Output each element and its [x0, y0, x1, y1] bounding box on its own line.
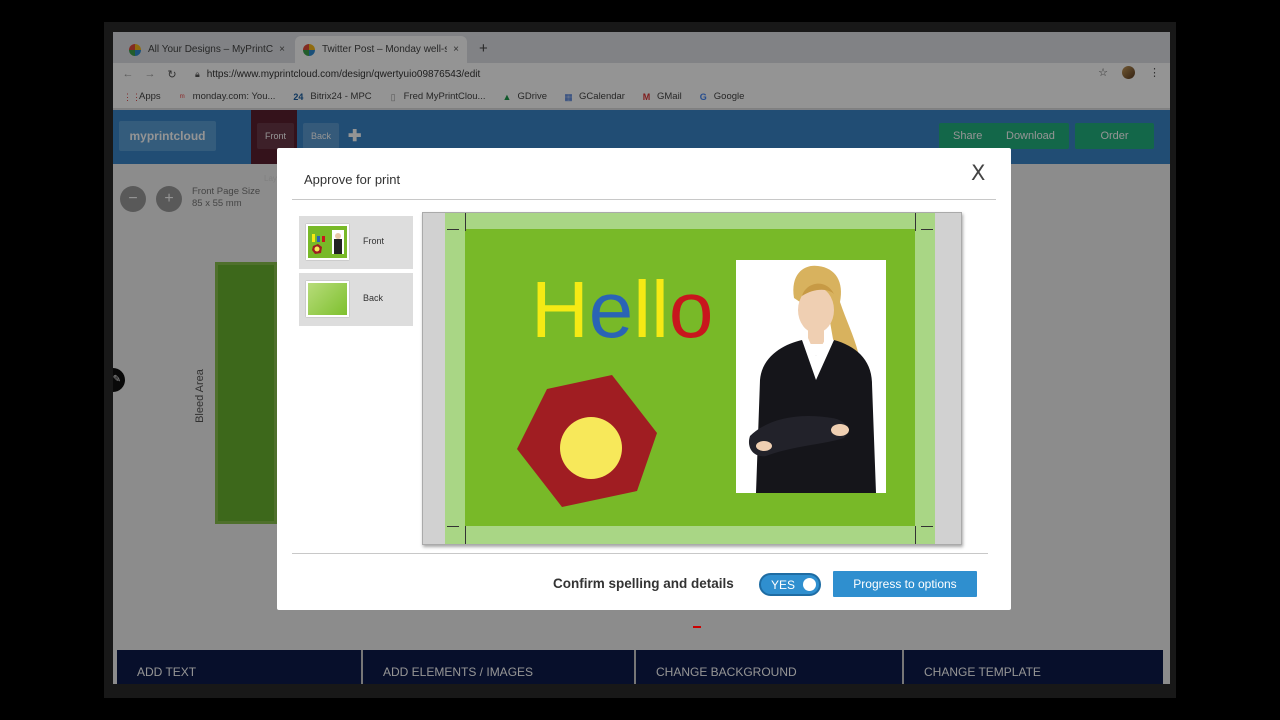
crop-mark: [921, 526, 933, 527]
crop-mark: [915, 526, 916, 544]
hexagon-graphic: [517, 375, 657, 507]
thumbnail-label: Back: [363, 293, 384, 303]
page-thumbnails: Front Back: [299, 216, 413, 330]
hello-letter: H: [531, 265, 589, 354]
crop-mark: [465, 526, 466, 544]
confirm-toggle[interactable]: YES: [759, 573, 821, 596]
cursor-marker: [693, 626, 701, 628]
divider: [292, 553, 988, 554]
progress-to-options-button[interactable]: Progress to options: [833, 571, 977, 597]
toggle-label: YES: [771, 578, 796, 592]
hello-letter: l: [633, 265, 652, 354]
businesswoman-photo: [736, 260, 886, 493]
hello-letter: l: [651, 265, 669, 354]
yellow-circle: [560, 417, 622, 479]
thumbnail-back[interactable]: Back: [299, 273, 413, 326]
hello-letter: e: [588, 265, 634, 354]
crop-mark: [447, 229, 459, 230]
hello-letter: o: [668, 265, 714, 354]
confirm-spelling-label: Confirm spelling and details: [553, 576, 734, 591]
crop-mark: [921, 229, 933, 230]
approve-for-print-dialog: Approve for print X Front Back Hello Con…: [277, 148, 1011, 610]
close-icon[interactable]: X: [971, 161, 985, 185]
crop-mark: [447, 526, 459, 527]
print-preview: Hello: [422, 212, 962, 545]
toggle-knob: [803, 578, 816, 591]
thumbnail-front[interactable]: Front: [299, 216, 413, 269]
divider: [292, 199, 996, 200]
crop-mark: [915, 213, 916, 231]
thumbnail-label: Front: [363, 236, 385, 246]
back-thumbnail-image: [306, 281, 349, 317]
front-thumbnail-art: [312, 230, 344, 254]
hello-text: Hello: [531, 269, 713, 351]
dialog-title: Approve for print: [304, 172, 401, 187]
photo-illustration: [748, 265, 876, 493]
front-thumbnail-image: [306, 224, 349, 260]
trim-area: Hello: [465, 229, 915, 526]
crop-mark: [465, 213, 466, 231]
